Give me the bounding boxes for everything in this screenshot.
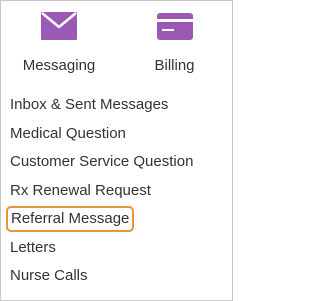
menu-item-label: Medical Question	[10, 124, 126, 142]
menu-item-rx-renewal[interactable]: Rx Renewal Request	[1, 177, 232, 206]
menu-item-letters[interactable]: Letters	[1, 234, 232, 263]
messaging-label: Messaging	[22, 57, 96, 74]
menu-item-label: Inbox & Sent Messages	[10, 96, 169, 113]
menu-panel: Messaging Billing Inbox & Sent Messages …	[0, 0, 233, 301]
billing-tab[interactable]: Billing	[117, 1, 232, 87]
menu-item-nurse-calls[interactable]: Nurse Calls	[1, 262, 232, 291]
menu-item-inbox-sent[interactable]: Inbox & Sent Messages	[1, 91, 232, 120]
envelope-icon	[41, 12, 77, 40]
menu-item-medical-question[interactable]: Medical Question	[1, 120, 232, 149]
menu-item-label: Customer Service Question	[10, 153, 194, 170]
menu-item-customer-service[interactable]: Customer Service Question	[1, 148, 232, 177]
menu-item-label: Rx Renewal Request	[10, 181, 151, 199]
messaging-menu: Inbox & Sent Messages Medical Question C…	[1, 91, 232, 291]
messaging-tab[interactable]: Messaging	[1, 1, 117, 87]
menu-item-label: Letters	[10, 238, 56, 256]
top-nav: Messaging Billing	[1, 1, 232, 87]
credit-card-icon	[156, 13, 193, 40]
menu-item-referral-message[interactable]: Referral Message	[1, 205, 232, 234]
billing-label: Billing	[154, 57, 195, 74]
menu-item-label: Nurse Calls	[10, 267, 88, 284]
menu-item-label: Referral Message	[6, 206, 135, 232]
